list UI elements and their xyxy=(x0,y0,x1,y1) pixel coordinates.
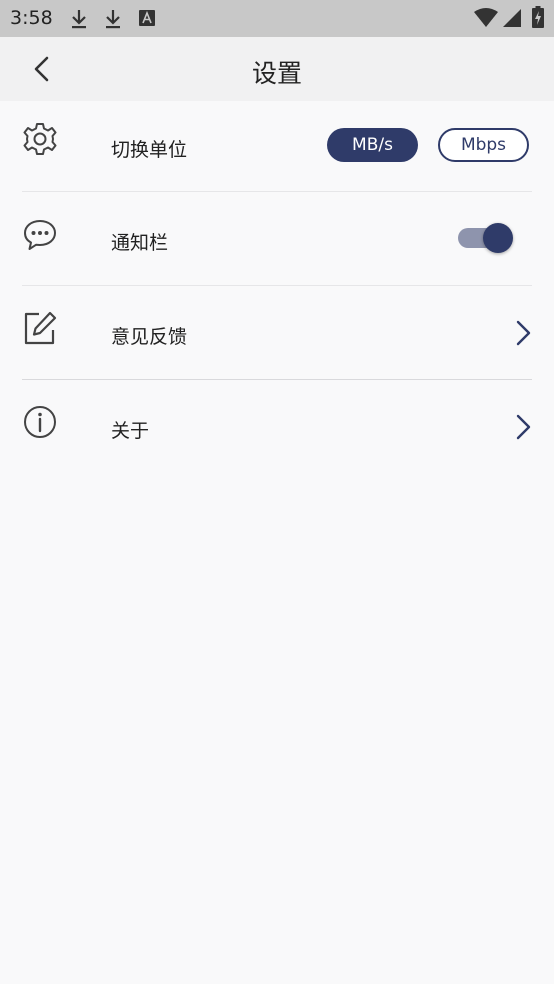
chevron-right-icon xyxy=(516,320,531,346)
gear-icon xyxy=(23,123,57,155)
edit-icon xyxy=(24,311,57,345)
settings-item-feedback[interactable]: 意见反馈 xyxy=(22,286,532,379)
settings-item-label: 通知栏 xyxy=(111,232,169,254)
unit-option-mbps[interactable]: Mbps xyxy=(438,128,529,162)
status-time: 3:58 xyxy=(10,7,53,29)
settings-item-unit: 切换单位 MB/s Mbps xyxy=(22,101,532,194)
app-bar: 设置 xyxy=(0,37,554,101)
page-title: 设置 xyxy=(251,59,302,88)
notification-toggle[interactable] xyxy=(458,223,516,255)
download-icon xyxy=(72,10,86,29)
chevron-right-icon xyxy=(516,414,531,440)
settings-item-label: 切换单位 xyxy=(111,139,188,161)
settings-item-label: 意见反馈 xyxy=(111,326,188,348)
toggle-thumb xyxy=(483,223,513,253)
signal-icon xyxy=(503,9,521,27)
download-icon xyxy=(106,10,120,29)
chat-bubble-icon xyxy=(24,220,56,250)
wifi-icon xyxy=(474,8,498,27)
status-bar: 3:58 xyxy=(0,0,554,37)
settings-item-notification: 通知栏 xyxy=(22,192,532,285)
info-icon xyxy=(24,406,56,438)
text-a-icon xyxy=(139,10,155,26)
settings-item-about[interactable]: 关于 xyxy=(22,380,532,473)
settings-item-label: 关于 xyxy=(111,420,150,442)
battery-charging-icon xyxy=(532,6,544,28)
unit-option-mbs[interactable]: MB/s xyxy=(327,128,418,162)
